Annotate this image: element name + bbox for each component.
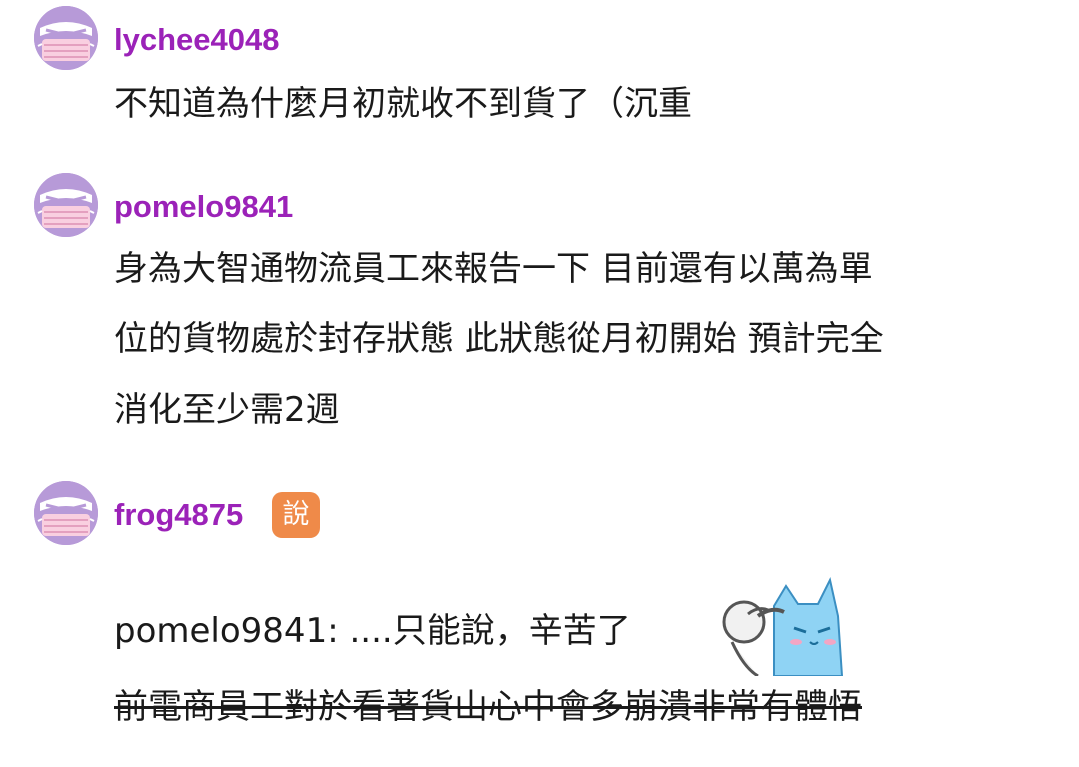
username[interactable]: frog4875 (114, 497, 243, 533)
masked-face-avatar-icon (34, 481, 98, 545)
pat-on-head-sticker-icon (714, 576, 846, 680)
avatar[interactable] (34, 481, 98, 545)
reply-text: pomelo9841: ....只能說，辛苦了 (114, 611, 631, 651)
comment-item: frog4875 說 pomelo9841: ....只能說，辛苦了 前電商員工… (0, 0, 1079, 767)
strikethrough-text: 前電商員工對於看著貨山心中會多崩潰非常有體悟 (114, 687, 862, 727)
author-badge: 說 (272, 492, 320, 538)
